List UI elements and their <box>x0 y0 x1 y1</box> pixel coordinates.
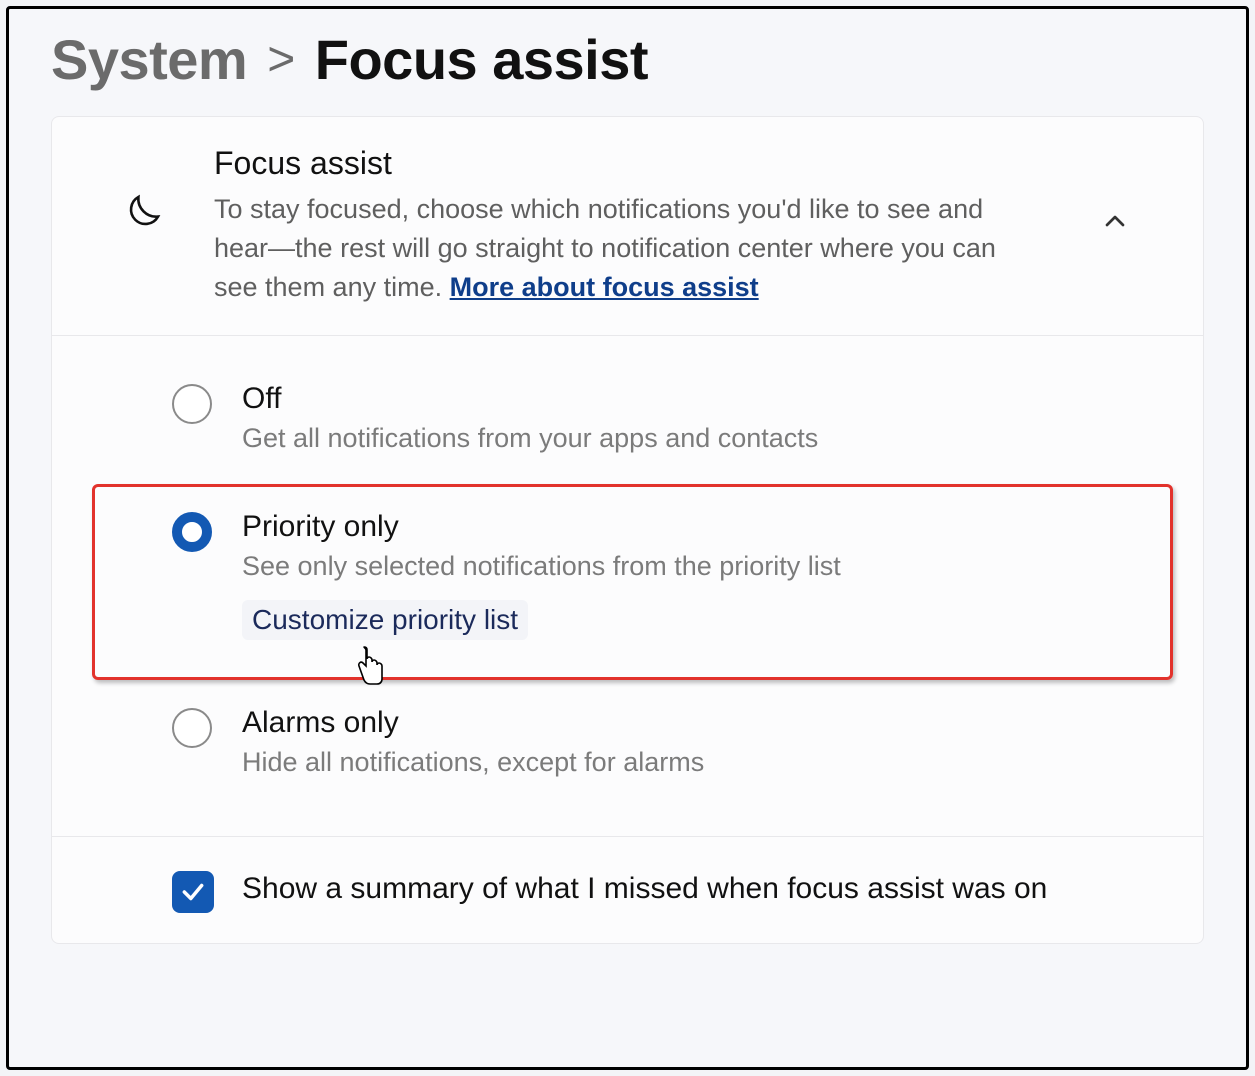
radio-off[interactable] <box>172 384 212 424</box>
customize-priority-list-link[interactable]: Customize priority list <box>242 600 528 640</box>
card-title: Focus assist <box>214 145 1029 182</box>
radio-priority-only[interactable] <box>172 512 212 552</box>
option-alarms-title: Alarms only <box>242 706 1143 740</box>
option-alarms-subtitle: Hide all notifications, except for alarm… <box>242 744 1143 782</box>
summary-checkbox-row[interactable]: Show a summary of what I missed when foc… <box>52 836 1203 943</box>
option-off-subtitle: Get all notifications from your apps and… <box>242 420 1143 458</box>
moon-icon <box>112 145 168 239</box>
option-priority-title: Priority only <box>242 510 1153 544</box>
breadcrumb-current: Focus assist <box>315 27 648 92</box>
radio-alarms-only[interactable] <box>172 708 212 748</box>
breadcrumb-separator: > <box>267 32 295 87</box>
option-off-title: Off <box>242 382 1143 416</box>
chevron-up-icon <box>1099 205 1131 237</box>
breadcrumb: System > Focus assist <box>9 9 1246 116</box>
option-priority-subtitle: See only selected notifications from the… <box>242 548 1153 586</box>
summary-checkbox[interactable] <box>172 871 214 913</box>
card-header[interactable]: Focus assist To stay focused, choose whi… <box>52 117 1203 335</box>
card-description: To stay focused, choose which notificati… <box>214 190 1029 307</box>
option-off[interactable]: Off Get all notifications from your apps… <box>52 356 1203 484</box>
summary-checkbox-label: Show a summary of what I missed when foc… <box>242 867 1047 911</box>
breadcrumb-parent[interactable]: System <box>51 27 247 92</box>
option-priority-only[interactable]: Priority only See only selected notifica… <box>92 484 1173 680</box>
option-alarms-only[interactable]: Alarms only Hide all notifications, exce… <box>52 680 1203 808</box>
check-icon <box>180 879 206 905</box>
options-group: Off Get all notifications from your apps… <box>52 335 1203 835</box>
focus-assist-card: Focus assist To stay focused, choose whi… <box>51 116 1204 944</box>
more-about-focus-assist-link[interactable]: More about focus assist <box>450 272 759 302</box>
collapse-toggle[interactable] <box>1075 145 1155 237</box>
